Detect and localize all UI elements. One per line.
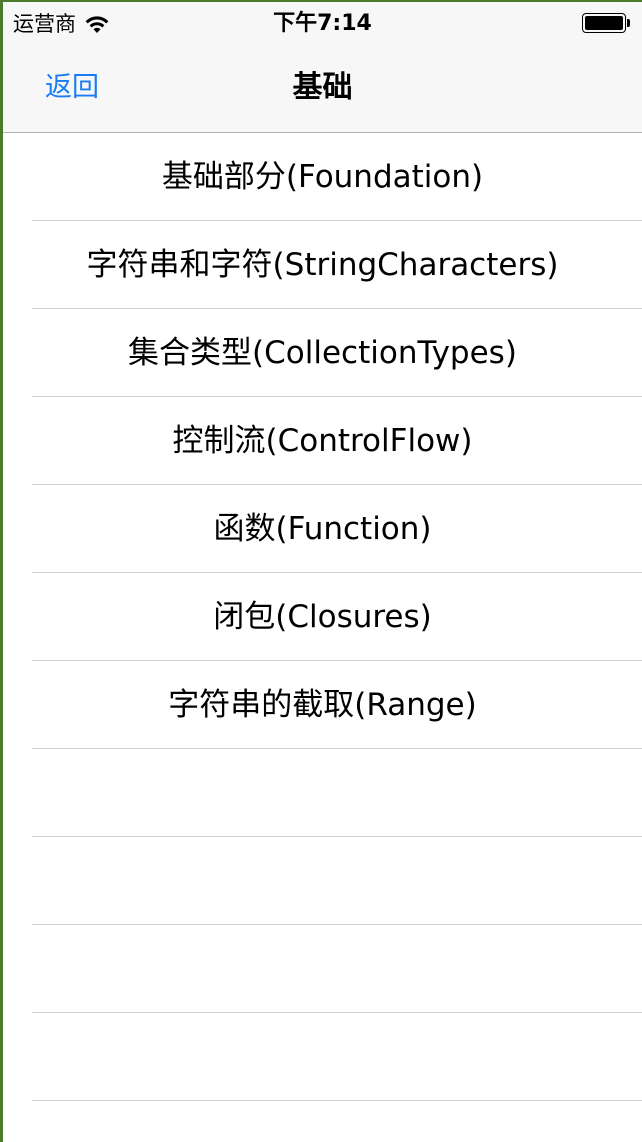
list-item-function[interactable]: 函数(Function): [3, 485, 642, 573]
battery-icon: [582, 13, 632, 35]
app-screen: 运营商 下午7:14 返回 基础 基础部分(Foundation) 字符串和字符…: [3, 2, 642, 1142]
list-item-control-flow[interactable]: 控制流(ControlFlow): [3, 397, 642, 485]
page-title: 基础: [292, 70, 353, 105]
empty-list-row: [3, 749, 642, 837]
list-item-foundation[interactable]: 基础部分(Foundation): [3, 133, 642, 221]
empty-list-row: [3, 837, 642, 925]
list-item-label: 字符串的截取(Range): [168, 687, 477, 723]
list-item-label: 集合类型(CollectionTypes): [128, 335, 517, 371]
empty-list-row: [3, 925, 642, 1013]
list-item-label: 控制流(ControlFlow): [172, 423, 473, 459]
table-view: 基础部分(Foundation) 字符串和字符(StringCharacters…: [3, 133, 642, 1101]
list-item-collection-types[interactable]: 集合类型(CollectionTypes): [3, 309, 642, 397]
list-item-label: 字符串和字符(StringCharacters): [86, 247, 559, 283]
empty-list-row: [3, 1013, 642, 1101]
list-item-label: 基础部分(Foundation): [161, 159, 484, 195]
list-item-string-characters[interactable]: 字符串和字符(StringCharacters): [3, 221, 642, 309]
list-item-label: 函数(Function): [213, 511, 432, 547]
list-item-range[interactable]: 字符串的截取(Range): [3, 661, 642, 749]
list-item-label: 闭包(Closures): [213, 599, 432, 635]
status-bar-time: 下午7:14: [273, 11, 372, 36]
navigation-bar: 运营商 下午7:14 返回 基础: [3, 2, 642, 133]
list-item-closures[interactable]: 闭包(Closures): [3, 573, 642, 661]
